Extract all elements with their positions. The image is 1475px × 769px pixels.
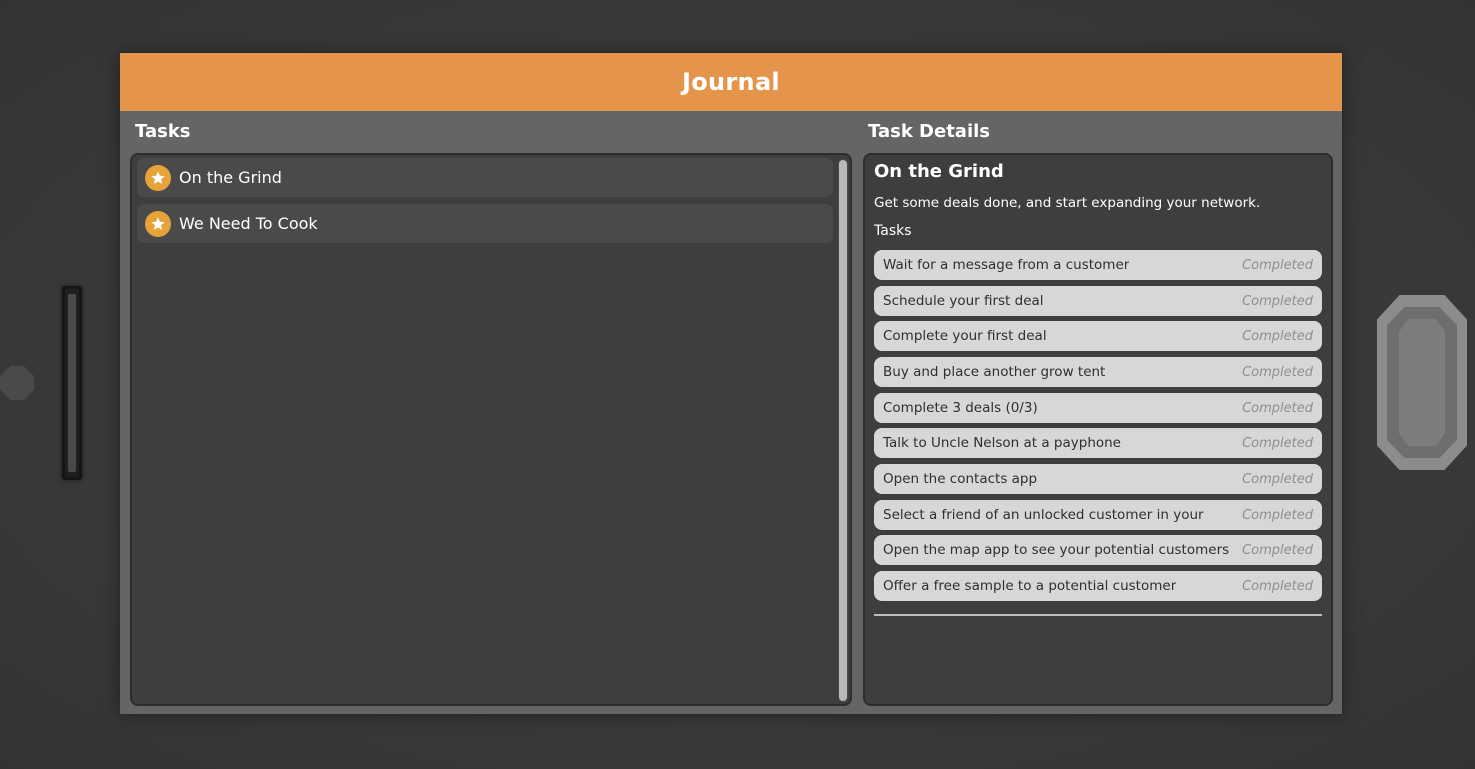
camera-lens	[0, 366, 34, 400]
star-icon	[145, 210, 171, 237]
subtask-label: Buy and place another grow tent	[883, 364, 1106, 380]
subtask-label: Talk to Uncle Nelson at a payphone	[883, 435, 1121, 451]
subtasks-heading: Tasks	[874, 223, 912, 239]
subtask-row: Offer a free sample to a potential custo…	[874, 571, 1322, 601]
subtask-label: Open the map app to see your potential c…	[883, 542, 1230, 558]
task-details-heading: Task Details	[868, 121, 991, 142]
subtask-label: Offer a free sample to a potential custo…	[883, 578, 1177, 594]
subtask-label: Schedule your first deal	[883, 293, 1044, 309]
subtask-row: Buy and place another grow tent Complete…	[874, 357, 1322, 387]
subtask-status: Completed	[1242, 542, 1313, 558]
subtask-status: Completed	[1242, 293, 1313, 309]
journal-app-screen: Journal Tasks Task Details On the Grind …	[119, 52, 1343, 715]
divider	[874, 614, 1322, 616]
task-item-on-the-grind[interactable]: On the Grind	[137, 158, 833, 197]
subtask-status: Completed	[1242, 435, 1313, 451]
subtask-row: Open the contacts app Completed	[874, 464, 1322, 494]
subtask-label: Wait for a message from a customer	[883, 257, 1130, 273]
task-item-label: On the Grind	[179, 168, 282, 187]
subtask-row: Wait for a message from a customer Compl…	[874, 250, 1322, 280]
task-detail-title: On the Grind	[874, 161, 1004, 182]
subtask-status: Completed	[1242, 328, 1313, 344]
task-item-we-need-to-cook[interactable]: We Need To Cook	[137, 204, 833, 243]
task-details-panel: On the Grind Get some deals done, and st…	[863, 153, 1333, 706]
title-bar: Journal	[120, 53, 1342, 111]
subtask-row: Schedule your first deal Completed	[874, 286, 1322, 316]
subtask-status: Completed	[1242, 364, 1313, 380]
task-list-scrollbar[interactable]	[838, 159, 848, 702]
subtask-status: Completed	[1242, 257, 1313, 273]
task-detail-description: Get some deals done, and start expanding…	[874, 195, 1261, 211]
home-button[interactable]	[1377, 295, 1467, 470]
subtask-label: Select a friend of an unlocked customer …	[883, 507, 1204, 523]
app-title: Journal	[682, 68, 780, 96]
subtask-status: Completed	[1242, 578, 1313, 594]
subtask-row: Talk to Uncle Nelson at a payphone Compl…	[874, 428, 1322, 458]
task-item-label: We Need To Cook	[179, 214, 318, 233]
subtask-status: Completed	[1242, 507, 1313, 523]
phone-device: Journal Tasks Task Details On the Grind …	[0, 0, 1475, 769]
subtask-row: Complete your first deal Completed	[874, 321, 1322, 351]
side-slot	[62, 286, 82, 480]
subtask-label: Complete 3 deals (0/3)	[883, 400, 1038, 416]
subtask-row: Select a friend of an unlocked customer …	[874, 500, 1322, 530]
subtask-row: Open the map app to see your potential c…	[874, 535, 1322, 565]
task-list: On the Grind We Need To Cook	[130, 153, 852, 706]
subtask-label: Complete your first deal	[883, 328, 1047, 344]
subtask-status: Completed	[1242, 471, 1313, 487]
scrollbar-thumb[interactable]	[839, 160, 847, 701]
tasks-heading: Tasks	[135, 121, 191, 142]
subtask-status: Completed	[1242, 400, 1313, 416]
subtask-label: Open the contacts app	[883, 471, 1038, 487]
subtask-row: Complete 3 deals (0/3) Completed	[874, 393, 1322, 423]
star-icon	[145, 164, 171, 191]
